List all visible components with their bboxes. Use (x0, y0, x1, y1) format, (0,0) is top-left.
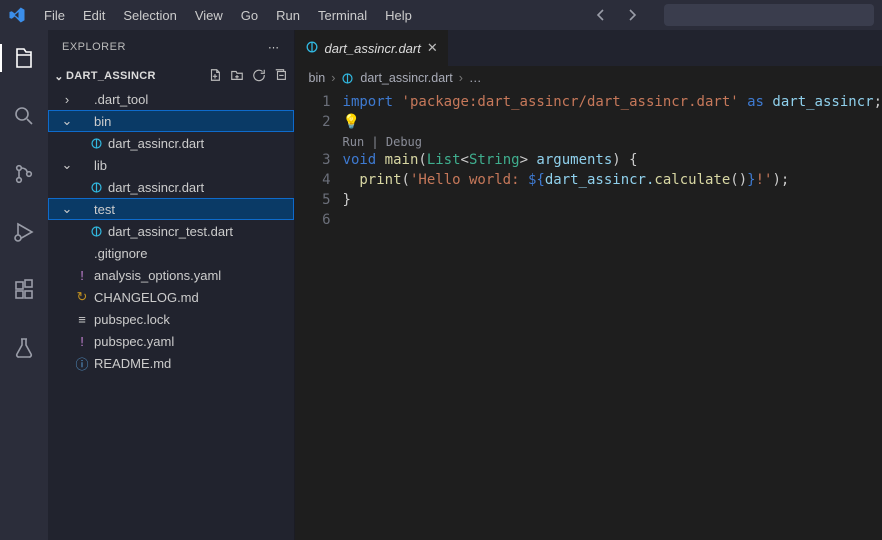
activity-explorer-icon[interactable] (0, 38, 48, 78)
breadcrumb-more[interactable]: … (469, 71, 482, 85)
chevron-down-icon: ⌄ (60, 157, 74, 173)
tree-folder[interactable]: ⌄ bin (48, 110, 294, 132)
tree-file[interactable]: .gitignore (48, 242, 294, 264)
file-tree: ›.dart_tool⌄bindart_assincr.dart⌄libdart… (48, 88, 294, 382)
chevron-down-icon: ⌄ (52, 70, 66, 83)
tree-label: pubspec.lock (94, 312, 170, 327)
breadcrumb-bin[interactable]: bin (309, 71, 326, 85)
chevron-down-icon: ⌄ (60, 201, 74, 217)
dart-file-icon (88, 137, 104, 150)
tree-file[interactable]: ! pubspec.yaml (48, 330, 294, 352)
menu-terminal[interactable]: Terminal (310, 4, 375, 27)
activity-run-debug-icon[interactable] (0, 212, 48, 252)
explorer-sidebar: Explorer ⋯ ⌄ DART_ASSINCR › .dart_tool ⌄ bi… (48, 30, 295, 540)
breadcrumb-file[interactable]: dart_assincr.dart (360, 71, 452, 85)
tree-file[interactable]: dart_assincr_test.dart (48, 220, 294, 242)
tree-label: .dart_tool (94, 92, 148, 107)
vscode-logo-icon (8, 6, 26, 24)
menu-file[interactable]: File (36, 4, 73, 27)
close-icon[interactable]: ✕ (427, 40, 438, 56)
dart-file-icon (305, 40, 319, 57)
editor-area: dart_assincr.dart ✕ bin › dart_assincr.d… (295, 30, 882, 540)
activity-extensions-icon[interactable] (0, 270, 48, 310)
line-gutter: 1 2 3 4 5 6 (295, 92, 343, 540)
explorer-section-name: DART_ASSINCR (66, 70, 156, 82)
file-icon: ↻ (74, 289, 90, 305)
explorer-more-icon[interactable]: ⋯ (268, 41, 280, 54)
tree-label: README.md (94, 356, 171, 371)
nav-back-icon[interactable] (594, 7, 610, 23)
menu-bar: File Edit Selection View Go Run Terminal… (36, 4, 420, 27)
command-center-search[interactable] (664, 4, 874, 26)
tree-label: .gitignore (94, 246, 147, 261)
tree-folder[interactable]: ⌄ test (48, 198, 294, 220)
menu-edit[interactable]: Edit (75, 4, 113, 27)
tree-file[interactable]: ! analysis_options.yaml (48, 264, 294, 286)
tree-label: dart_assincr.dart (108, 180, 204, 195)
code-lens-run-debug[interactable]: Run | Debug (343, 132, 882, 150)
tree-label: dart_assincr.dart (108, 136, 204, 151)
tree-label: CHANGELOG.md (94, 290, 199, 305)
new-folder-icon[interactable] (230, 68, 244, 85)
menu-help[interactable]: Help (377, 4, 420, 27)
tree-file[interactable]: dart_assincr.dart (48, 176, 294, 198)
tree-label: lib (94, 158, 107, 173)
tab-dart-assincr[interactable]: dart_assincr.dart ✕ (295, 30, 449, 66)
activity-bar (0, 30, 48, 540)
activity-source-control-icon[interactable] (0, 154, 48, 194)
file-icon: ! (74, 268, 90, 283)
dart-file-icon (88, 225, 104, 238)
nav-forward-icon[interactable] (624, 7, 640, 23)
breadcrumbs[interactable]: bin › dart_assincr.dart › … (295, 66, 882, 90)
file-icon: ! (74, 334, 90, 349)
tree-folder[interactable]: › .dart_tool (48, 88, 294, 110)
tree-file[interactable]: ≡ pubspec.lock (48, 308, 294, 330)
tree-label: dart_assincr_test.dart (108, 224, 233, 239)
dart-file-icon (341, 72, 354, 85)
tree-file[interactable]: ⓘ README.md (48, 352, 294, 374)
chevron-right-icon: › (60, 92, 74, 107)
chevron-down-icon: ⌄ (60, 113, 74, 129)
lightbulb-icon[interactable]: 💡 (343, 114, 360, 130)
chevron-right-icon: › (331, 71, 335, 85)
menu-view[interactable]: View (187, 4, 231, 27)
titlebar: File Edit Selection View Go Run Terminal… (0, 0, 882, 30)
dart-file-icon (88, 181, 104, 194)
menu-go[interactable]: Go (233, 4, 266, 27)
nav-arrows (594, 7, 660, 23)
menu-selection[interactable]: Selection (115, 4, 184, 27)
new-file-icon[interactable] (208, 68, 222, 85)
tree-label: pubspec.yaml (94, 334, 174, 349)
tree-file[interactable]: dart_assincr.dart (48, 132, 294, 154)
tree-label: test (94, 202, 115, 217)
explorer-section-header[interactable]: ⌄ DART_ASSINCR (48, 64, 294, 88)
explorer-header: Explorer ⋯ (48, 30, 294, 64)
explorer-title: Explorer (62, 41, 126, 53)
menu-run[interactable]: Run (268, 4, 308, 27)
refresh-icon[interactable] (252, 68, 266, 85)
activity-testing-icon[interactable] (0, 328, 48, 368)
tab-label: dart_assincr.dart (325, 41, 421, 56)
file-icon: ≡ (74, 312, 90, 327)
tree-folder[interactable]: ⌄ lib (48, 154, 294, 176)
editor-tabs: dart_assincr.dart ✕ (295, 30, 882, 66)
code-content[interactable]: import 'package:dart_assincr/dart_assinc… (343, 92, 882, 540)
tree-label: bin (94, 114, 111, 129)
code-editor[interactable]: 1 2 3 4 5 6 import 'package:dart_assincr… (295, 90, 882, 540)
file-icon: ⓘ (74, 354, 90, 373)
tree-label: analysis_options.yaml (94, 268, 221, 283)
chevron-right-icon: › (459, 71, 463, 85)
tree-file[interactable]: ↻ CHANGELOG.md (48, 286, 294, 308)
activity-search-icon[interactable] (0, 96, 48, 136)
collapse-all-icon[interactable] (274, 68, 288, 85)
